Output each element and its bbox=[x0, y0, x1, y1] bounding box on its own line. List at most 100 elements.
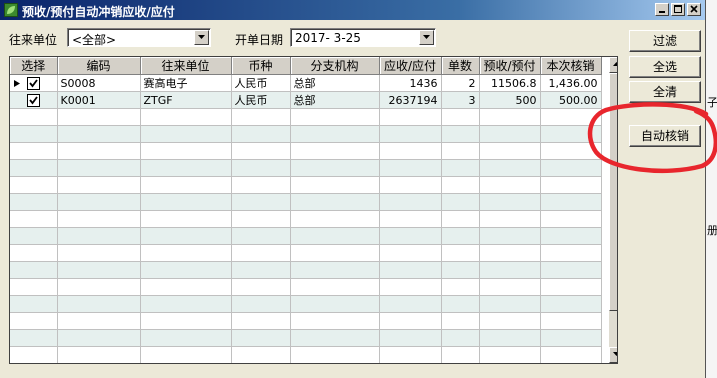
minimize-button[interactable] bbox=[655, 3, 669, 16]
empty-cell bbox=[379, 125, 442, 143]
empty-cell bbox=[479, 278, 541, 296]
table-row[interactable] bbox=[10, 295, 602, 313]
table-row[interactable] bbox=[10, 329, 602, 347]
column-header[interactable]: 选择 bbox=[10, 57, 58, 75]
table-row[interactable]: S0008 赛高电子 人民币 总部 1436 2 11506.8 1,436.0… bbox=[10, 74, 602, 92]
clear-all-button[interactable]: 全清 bbox=[629, 81, 701, 103]
partner-dropdown-button[interactable] bbox=[194, 30, 209, 45]
empty-cell bbox=[231, 193, 291, 211]
date-dropdown-button[interactable] bbox=[419, 30, 434, 45]
empty-cell bbox=[540, 176, 602, 194]
date-picker-value: 2017- 3-25 bbox=[295, 31, 361, 45]
empty-cell bbox=[57, 312, 141, 330]
table-row[interactable] bbox=[10, 312, 602, 330]
minimize-icon bbox=[659, 11, 665, 13]
scroll-up-button[interactable] bbox=[609, 57, 617, 73]
empty-cell bbox=[57, 108, 141, 126]
empty-cell bbox=[140, 193, 232, 211]
code-cell: K0001 bbox=[57, 91, 141, 109]
table-row[interactable] bbox=[10, 193, 602, 211]
filter-button[interactable]: 过滤 bbox=[629, 30, 701, 52]
empty-cell bbox=[231, 108, 291, 126]
empty-cell bbox=[379, 142, 442, 160]
current-row-indicator-icon bbox=[14, 80, 20, 87]
empty-cell bbox=[540, 244, 602, 262]
auto-writeoff-button[interactable]: 自动核销 bbox=[629, 125, 701, 147]
select-all-button[interactable]: 全选 bbox=[629, 56, 701, 78]
select-cell[interactable] bbox=[10, 91, 58, 109]
empty-cell bbox=[540, 261, 602, 279]
close-button[interactable] bbox=[687, 3, 701, 16]
scrollbar-thumb[interactable] bbox=[609, 73, 617, 311]
writeoff-grid[interactable]: 选择 编码 往来单位 币种 分支机构 应收/应付 单数 预收/预付 本次核销 S… bbox=[9, 56, 618, 364]
empty-cell bbox=[10, 295, 58, 313]
table-row[interactable] bbox=[10, 108, 602, 126]
empty-cell bbox=[231, 346, 291, 363]
table-row[interactable]: K0001 ZTGF 人民币 总部 2637194 3 500 500.00 bbox=[10, 91, 602, 109]
table-row[interactable] bbox=[10, 278, 602, 296]
table-row[interactable] bbox=[10, 210, 602, 228]
table-row[interactable] bbox=[10, 142, 602, 160]
column-header[interactable]: 币种 bbox=[231, 57, 291, 75]
empty-cell bbox=[290, 159, 380, 177]
checkmark-icon bbox=[29, 79, 38, 88]
title-bar[interactable]: 预收/预付自动冲销应收/应付 bbox=[0, 0, 705, 20]
empty-cell bbox=[479, 159, 541, 177]
empty-cell bbox=[379, 329, 442, 347]
column-header[interactable]: 单数 bbox=[441, 57, 480, 75]
empty-cell bbox=[57, 346, 141, 363]
empty-cell bbox=[231, 278, 291, 296]
code-cell: S0008 bbox=[57, 74, 141, 92]
empty-cell bbox=[379, 176, 442, 194]
empty-cell bbox=[379, 108, 442, 126]
column-header[interactable]: 分支机构 bbox=[290, 57, 380, 75]
empty-cell bbox=[379, 312, 442, 330]
empty-cell bbox=[231, 125, 291, 143]
empty-cell bbox=[290, 142, 380, 160]
table-row[interactable] bbox=[10, 125, 602, 143]
table-row[interactable] bbox=[10, 261, 602, 279]
empty-cell bbox=[379, 295, 442, 313]
column-header[interactable]: 往来单位 bbox=[140, 57, 232, 75]
empty-cell bbox=[290, 244, 380, 262]
table-row[interactable] bbox=[10, 244, 602, 262]
scroll-down-button[interactable] bbox=[609, 347, 617, 363]
empty-cell bbox=[10, 142, 58, 160]
table-row[interactable] bbox=[10, 227, 602, 245]
empty-cell bbox=[57, 159, 141, 177]
partner-select[interactable]: <全部> bbox=[67, 28, 211, 47]
row-checkbox[interactable] bbox=[26, 93, 40, 107]
table-row[interactable] bbox=[10, 176, 602, 194]
empty-cell bbox=[379, 261, 442, 279]
empty-cell bbox=[479, 346, 541, 363]
column-header[interactable]: 本次核销 bbox=[540, 57, 602, 75]
empty-cell bbox=[479, 108, 541, 126]
empty-cell bbox=[379, 346, 442, 363]
empty-cell bbox=[57, 176, 141, 194]
date-picker[interactable]: 2017- 3-25 bbox=[290, 28, 436, 47]
empty-cell bbox=[441, 125, 480, 143]
column-header[interactable]: 预收/预付 bbox=[479, 57, 541, 75]
empty-cell bbox=[140, 227, 232, 245]
receivable-cell: 1436 bbox=[379, 74, 442, 92]
row-checkbox[interactable] bbox=[26, 76, 40, 90]
table-row[interactable] bbox=[10, 159, 602, 177]
empty-cell bbox=[57, 329, 141, 347]
column-header[interactable]: 应收/应付 bbox=[379, 57, 442, 75]
empty-cell bbox=[231, 176, 291, 194]
table-row[interactable] bbox=[10, 346, 602, 363]
empty-cell bbox=[441, 227, 480, 245]
empty-cell bbox=[231, 159, 291, 177]
empty-cell bbox=[379, 193, 442, 211]
empty-cell bbox=[290, 193, 380, 211]
maximize-button[interactable] bbox=[671, 3, 685, 16]
column-header[interactable]: 编码 bbox=[57, 57, 141, 75]
empty-cell bbox=[379, 210, 442, 228]
vertical-scrollbar[interactable] bbox=[609, 57, 617, 363]
empty-cell bbox=[231, 227, 291, 245]
empty-cell bbox=[10, 108, 58, 126]
empty-cell bbox=[140, 244, 232, 262]
empty-cell bbox=[540, 125, 602, 143]
chevron-up-icon bbox=[613, 62, 617, 66]
receivable-cell: 2637194 bbox=[379, 91, 442, 109]
